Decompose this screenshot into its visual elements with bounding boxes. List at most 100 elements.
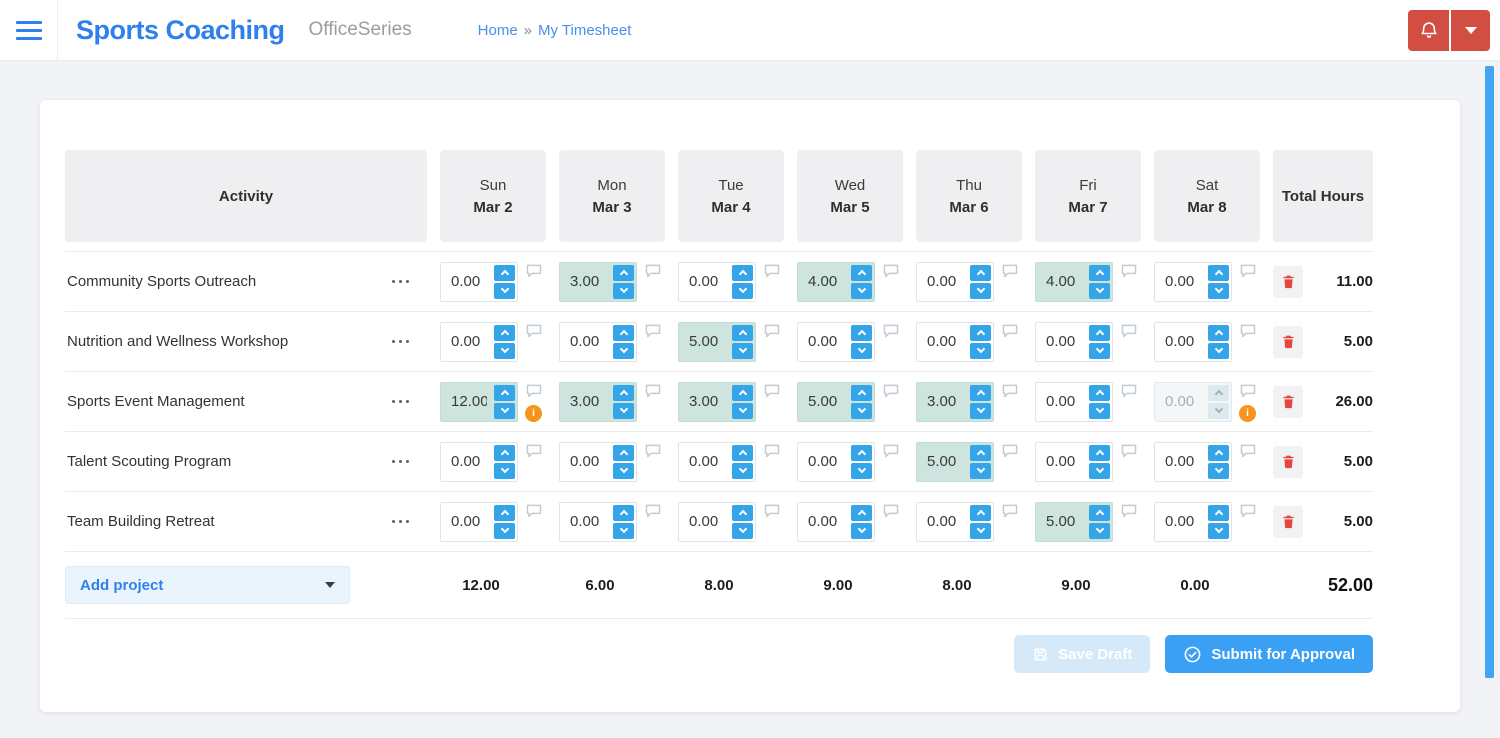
spinner-down-button[interactable] bbox=[1089, 342, 1110, 359]
comment-icon[interactable] bbox=[764, 324, 780, 338]
hours-input[interactable] bbox=[919, 264, 963, 299]
spinner-up-button[interactable] bbox=[970, 504, 991, 521]
row-menu-button[interactable] bbox=[390, 274, 411, 289]
comment-icon[interactable] bbox=[1121, 324, 1137, 338]
hours-input[interactable] bbox=[1038, 264, 1082, 299]
save-draft-button[interactable]: Save Draft bbox=[1014, 635, 1151, 673]
row-menu-button[interactable] bbox=[390, 454, 411, 469]
spinner-down-button[interactable] bbox=[613, 402, 634, 419]
comment-icon[interactable] bbox=[1121, 504, 1137, 518]
spinner-down-button[interactable] bbox=[1208, 342, 1229, 359]
delete-row-button[interactable] bbox=[1273, 385, 1303, 418]
spinner-down-button[interactable] bbox=[1208, 462, 1229, 479]
add-project-select[interactable]: Add project bbox=[65, 566, 350, 604]
comment-icon[interactable] bbox=[645, 444, 661, 458]
spinner-up-button[interactable] bbox=[494, 324, 515, 341]
spinner-up-button[interactable] bbox=[613, 444, 634, 461]
spinner-down-button[interactable] bbox=[732, 342, 753, 359]
comment-icon[interactable] bbox=[1240, 324, 1256, 338]
delete-row-button[interactable] bbox=[1273, 445, 1303, 478]
hours-input[interactable] bbox=[681, 264, 725, 299]
spinner-down-button[interactable] bbox=[613, 462, 634, 479]
hours-input[interactable] bbox=[562, 384, 606, 419]
hours-input[interactable] bbox=[1038, 384, 1082, 419]
comment-icon[interactable] bbox=[1121, 264, 1137, 278]
spinner-up-button[interactable] bbox=[613, 504, 634, 521]
spinner-down-button[interactable] bbox=[1208, 522, 1229, 539]
comment-icon[interactable] bbox=[1240, 384, 1256, 398]
comment-icon[interactable] bbox=[526, 444, 542, 458]
spinner-down-button[interactable] bbox=[1208, 402, 1229, 419]
hours-input[interactable] bbox=[443, 504, 487, 539]
hours-input[interactable] bbox=[919, 384, 963, 419]
comment-icon[interactable] bbox=[764, 264, 780, 278]
comment-icon[interactable] bbox=[1240, 444, 1256, 458]
hours-input[interactable] bbox=[443, 384, 487, 419]
hours-input[interactable] bbox=[443, 324, 487, 359]
comment-icon[interactable] bbox=[1002, 444, 1018, 458]
spinner-down-button[interactable] bbox=[732, 522, 753, 539]
comment-icon[interactable] bbox=[883, 504, 899, 518]
hours-input[interactable] bbox=[919, 504, 963, 539]
spinner-down-button[interactable] bbox=[613, 522, 634, 539]
comment-icon[interactable] bbox=[645, 504, 661, 518]
row-menu-button[interactable] bbox=[390, 514, 411, 529]
comment-icon[interactable] bbox=[526, 264, 542, 278]
hours-input[interactable] bbox=[562, 504, 606, 539]
spinner-down-button[interactable] bbox=[494, 282, 515, 299]
spinner-down-button[interactable] bbox=[732, 462, 753, 479]
hours-input[interactable] bbox=[800, 264, 844, 299]
hours-input[interactable] bbox=[562, 444, 606, 479]
comment-icon[interactable] bbox=[1002, 324, 1018, 338]
comment-icon[interactable] bbox=[883, 324, 899, 338]
spinner-down-button[interactable] bbox=[1208, 282, 1229, 299]
spinner-down-button[interactable] bbox=[851, 522, 872, 539]
comment-icon[interactable] bbox=[764, 444, 780, 458]
hours-input[interactable] bbox=[562, 324, 606, 359]
spinner-down-button[interactable] bbox=[613, 282, 634, 299]
hours-input[interactable] bbox=[800, 444, 844, 479]
vertical-scrollbar[interactable] bbox=[1485, 66, 1494, 678]
spinner-up-button[interactable] bbox=[970, 444, 991, 461]
spinner-up-button[interactable] bbox=[732, 264, 753, 281]
hamburger-menu-button[interactable] bbox=[0, 0, 58, 60]
notifications-button[interactable] bbox=[1408, 9, 1449, 51]
comment-icon[interactable] bbox=[883, 384, 899, 398]
spinner-down-button[interactable] bbox=[1089, 282, 1110, 299]
spinner-down-button[interactable] bbox=[970, 402, 991, 419]
spinner-down-button[interactable] bbox=[1089, 402, 1110, 419]
comment-icon[interactable] bbox=[883, 444, 899, 458]
hours-input[interactable] bbox=[1038, 324, 1082, 359]
spinner-down-button[interactable] bbox=[732, 402, 753, 419]
hours-input[interactable] bbox=[681, 324, 725, 359]
spinner-down-button[interactable] bbox=[494, 522, 515, 539]
comment-icon[interactable] bbox=[645, 324, 661, 338]
spinner-up-button[interactable] bbox=[1208, 264, 1229, 281]
spinner-up-button[interactable] bbox=[494, 504, 515, 521]
spinner-up-button[interactable] bbox=[970, 264, 991, 281]
comment-icon[interactable] bbox=[1240, 264, 1256, 278]
hours-input[interactable] bbox=[800, 504, 844, 539]
spinner-down-button[interactable] bbox=[613, 342, 634, 359]
comment-icon[interactable] bbox=[764, 384, 780, 398]
spinner-up-button[interactable] bbox=[1089, 444, 1110, 461]
breadcrumb-home-link[interactable]: Home bbox=[478, 22, 518, 39]
spinner-down-button[interactable] bbox=[494, 462, 515, 479]
spinner-down-button[interactable] bbox=[851, 402, 872, 419]
spinner-down-button[interactable] bbox=[970, 282, 991, 299]
spinner-up-button[interactable] bbox=[732, 384, 753, 401]
spinner-down-button[interactable] bbox=[851, 282, 872, 299]
hours-input[interactable] bbox=[562, 264, 606, 299]
spinner-down-button[interactable] bbox=[970, 522, 991, 539]
warning-icon[interactable]: i bbox=[1239, 404, 1256, 422]
hours-input[interactable] bbox=[1038, 444, 1082, 479]
spinner-up-button[interactable] bbox=[613, 384, 634, 401]
comment-icon[interactable] bbox=[1240, 504, 1256, 518]
hours-input[interactable] bbox=[1157, 384, 1201, 419]
delete-row-button[interactable] bbox=[1273, 325, 1303, 358]
spinner-up-button[interactable] bbox=[851, 324, 872, 341]
spinner-down-button[interactable] bbox=[851, 462, 872, 479]
spinner-up-button[interactable] bbox=[732, 444, 753, 461]
warning-icon[interactable]: i bbox=[525, 404, 542, 422]
hours-input[interactable] bbox=[443, 444, 487, 479]
